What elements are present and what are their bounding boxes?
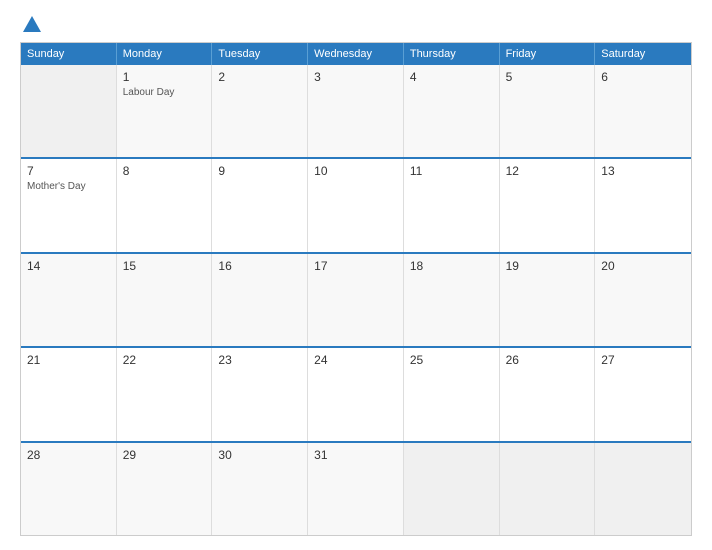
day-cell: 22 [117,348,213,440]
day-cell: 18 [404,254,500,346]
logo [20,18,41,32]
calendar-grid: SundayMondayTuesdayWednesdayThursdayFrid… [20,42,692,536]
day-cell: 25 [404,348,500,440]
header [20,18,692,32]
day-cell: 13 [595,159,691,251]
day-header-friday: Friday [500,43,596,65]
day-number: 14 [27,259,110,273]
day-number: 20 [601,259,685,273]
day-cell: 19 [500,254,596,346]
day-cell: 31 [308,443,404,535]
day-cell: 7 Mother's Day [21,159,117,251]
day-cell: 26 [500,348,596,440]
day-number: 9 [218,164,301,178]
day-number: 10 [314,164,397,178]
weeks-container: 1Labour Day234567Mother's Day89101112131… [21,65,691,535]
day-header-saturday: Saturday [595,43,691,65]
day-number: 12 [506,164,589,178]
day-number: 2 [218,70,301,84]
day-cell: 17 [308,254,404,346]
week-row-2: 7 Mother's Day 89 10 11 12 13 [21,157,691,251]
day-cell: 2 [212,65,308,157]
day-header-monday: Monday [117,43,213,65]
day-number: 15 [123,259,206,273]
day-number: 19 [506,259,589,273]
day-cell: 23 [212,348,308,440]
day-number: 18 [410,259,493,273]
day-number: 8 [123,164,206,178]
day-cell: 3 [308,65,404,157]
day-cell: 16 [212,254,308,346]
day-number: 24 [314,353,397,367]
day-event: Mother's Day [27,181,110,192]
day-cell [404,443,500,535]
day-number: 6 [601,70,685,84]
day-cell: 8 [117,159,213,251]
calendar-page: SundayMondayTuesdayWednesdayThursdayFrid… [0,0,712,550]
day-cell: 14 [21,254,117,346]
day-cell [21,65,117,157]
week-row-1: 1 Labour Day 23456 [21,65,691,157]
day-header-thursday: Thursday [404,43,500,65]
day-cell: 30 [212,443,308,535]
day-cell: 1 Labour Day [117,65,213,157]
day-number: 30 [218,448,301,462]
week-row-4: 21 22 23 24 25 26 27 [21,346,691,440]
day-number: 13 [601,164,685,178]
day-number: 11 [410,164,493,178]
day-header-tuesday: Tuesday [212,43,308,65]
day-cell: 21 [21,348,117,440]
logo-triangle-icon [23,16,41,32]
day-cell: 24 [308,348,404,440]
day-number: 29 [123,448,206,462]
week-row-3: 14 15 16 17 18 19 20 [21,252,691,346]
day-number: 16 [218,259,301,273]
day-header-wednesday: Wednesday [308,43,404,65]
week-row-5: 28 29 30 31 [21,441,691,535]
day-cell: 12 [500,159,596,251]
day-number: 25 [410,353,493,367]
day-cell: 11 [404,159,500,251]
day-cell: 10 [308,159,404,251]
day-cell: 20 [595,254,691,346]
day-cell: 29 [117,443,213,535]
day-number: 27 [601,353,685,367]
day-number: 17 [314,259,397,273]
day-cell [500,443,596,535]
day-cell: 6 [595,65,691,157]
day-number: 23 [218,353,301,367]
day-number: 4 [410,70,493,84]
day-cell: 9 [212,159,308,251]
day-number: 22 [123,353,206,367]
day-cell [595,443,691,535]
day-number: 28 [27,448,110,462]
day-header-sunday: Sunday [21,43,117,65]
day-number: 31 [314,448,397,462]
day-cell: 15 [117,254,213,346]
day-number: 26 [506,353,589,367]
day-number: 7 [27,164,110,178]
day-cell: 4 [404,65,500,157]
day-cell: 28 [21,443,117,535]
day-event: Labour Day [123,87,206,98]
days-header-row: SundayMondayTuesdayWednesdayThursdayFrid… [21,43,691,65]
day-number: 5 [506,70,589,84]
day-number: 21 [27,353,110,367]
day-number: 1 [123,70,206,84]
day-number: 3 [314,70,397,84]
day-cell: 5 [500,65,596,157]
day-cell: 27 [595,348,691,440]
